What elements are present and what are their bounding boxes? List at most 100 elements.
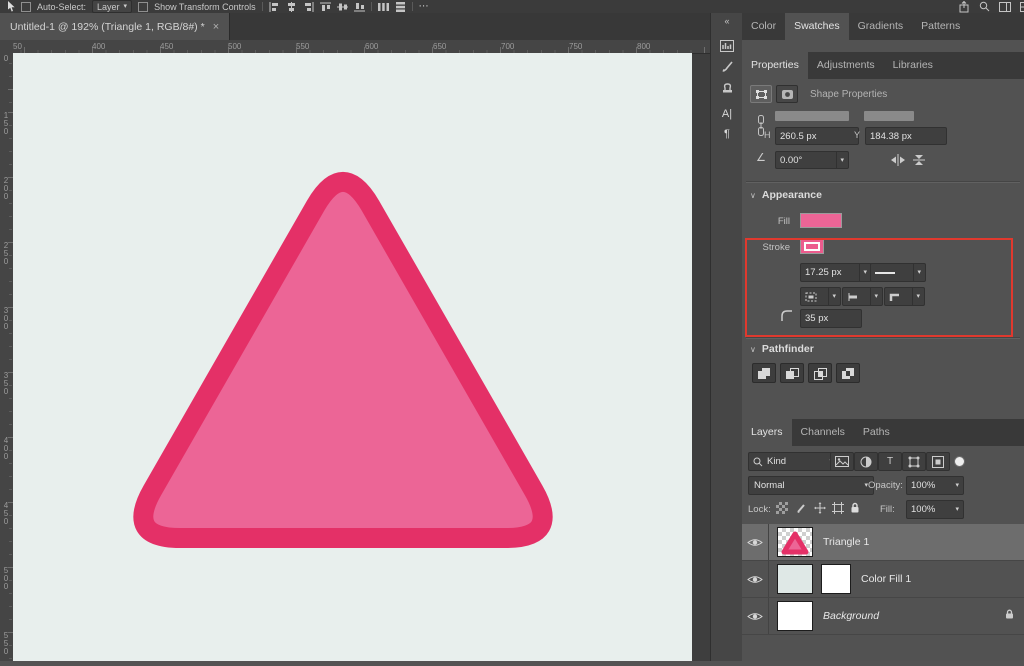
x-position-field[interactable] <box>864 111 914 121</box>
pathfinder-intersect-button[interactable] <box>808 363 832 383</box>
grid-icon[interactable] <box>1020 2 1024 12</box>
blend-mode-dropdown[interactable]: Normal ▾ <box>748 476 874 495</box>
tab-color[interactable]: Color <box>742 13 785 40</box>
tab-layers[interactable]: Layers <box>742 419 792 446</box>
filter-adjustment-layers-button[interactable] <box>854 452 878 471</box>
filter-smart-objects-button[interactable] <box>926 452 950 471</box>
align-center-horizontal-icon[interactable] <box>286 2 297 12</box>
ruler-label: 50 <box>13 42 22 51</box>
corner-radius-field[interactable]: 35 px <box>800 309 862 328</box>
horizontal-ruler[interactable]: 50400450500550600650700750800 <box>13 40 710 54</box>
triangle-shape[interactable] <box>143 182 542 538</box>
tab-adjustments[interactable]: Adjustments <box>808 52 884 79</box>
layer-mask-thumbnail[interactable] <box>821 564 851 594</box>
auto-select-target-dropdown[interactable]: Layer ▾ <box>92 0 132 13</box>
visibility-toggle[interactable] <box>742 561 769 597</box>
expand-panels-icon[interactable]: « <box>724 16 729 26</box>
filter-shape-layers-button[interactable] <box>902 452 926 471</box>
layer-row-colorfill[interactable]: Color Fill 1 <box>742 561 1024 598</box>
tab-swatches[interactable]: Swatches <box>785 13 849 40</box>
lock-paint-icon[interactable] <box>796 502 808 514</box>
flip-vertical-icon[interactable] <box>912 153 926 171</box>
tab-gradients[interactable]: Gradients <box>849 13 913 40</box>
visibility-toggle[interactable] <box>742 524 769 560</box>
auto-select-checkbox[interactable] <box>21 2 31 12</box>
appearance-section-header[interactable]: ∨ Appearance <box>750 189 822 201</box>
opacity-dropdown[interactable]: 100% ▾ <box>906 476 964 495</box>
divider <box>262 2 263 11</box>
lock-artboard-icon[interactable] <box>832 502 844 514</box>
chevron-down-icon: ∨ <box>750 345 756 354</box>
filter-type-layers-button[interactable]: T <box>878 452 902 471</box>
fill-color-swatch[interactable] <box>800 213 842 228</box>
tab-patterns[interactable]: Patterns <box>912 13 969 40</box>
close-tab-icon[interactable]: × <box>213 21 219 33</box>
pathfinder-section-header[interactable]: ∨ Pathfinder <box>750 343 814 355</box>
lock-position-icon[interactable] <box>814 502 826 514</box>
pathfinder-subtract-button[interactable] <box>780 363 804 383</box>
align-right-icon[interactable] <box>303 2 314 12</box>
layer-name[interactable]: Background <box>823 610 879 622</box>
layer-filter-kind-dropdown[interactable]: Kind ▾ <box>748 452 838 471</box>
lock-transparency-icon[interactable] <box>776 502 788 514</box>
layer-row-background[interactable]: Background <box>742 598 1024 635</box>
align-top-icon[interactable] <box>320 2 331 12</box>
vertical-ruler[interactable]: 01 5 02 0 02 5 03 0 03 5 04 0 04 5 05 0 … <box>0 53 14 661</box>
height-field[interactable]: 260.5 px <box>775 127 859 145</box>
photoshop-window: Auto-Select: Layer ▾ Show Transform Cont… <box>0 0 1024 661</box>
visibility-toggle[interactable] <box>742 598 769 634</box>
pathfinder-exclude-button[interactable] <box>836 363 860 383</box>
share-icon[interactable] <box>958 1 970 13</box>
canvas[interactable] <box>13 53 692 661</box>
more-options-icon[interactable]: ⋯ <box>419 1 429 12</box>
stroke-caps-dropdown[interactable]: ▾ <box>842 287 883 306</box>
stroke-align-dropdown[interactable]: ▾ <box>800 287 841 306</box>
character-panel-icon[interactable]: A| <box>722 108 732 120</box>
width-field[interactable] <box>775 111 849 121</box>
fill-opacity-dropdown[interactable]: 100% ▾ <box>906 500 964 519</box>
properties-panel-group-header: Properties Adjustments Libraries <box>742 52 1024 79</box>
histogram-panel-icon[interactable] <box>720 40 734 52</box>
tab-paths[interactable]: Paths <box>854 419 899 446</box>
pathfinder-unite-button[interactable] <box>752 363 776 383</box>
distribute-horizontal-icon[interactable] <box>378 2 389 12</box>
align-middle-icon[interactable] <box>337 2 348 12</box>
layer-thumbnail[interactable] <box>777 601 813 631</box>
layer-name[interactable]: Color Fill 1 <box>861 573 911 585</box>
ruler-origin-corner[interactable] <box>0 40 14 54</box>
rotation-field[interactable]: 0.00° ▾ <box>775 151 849 169</box>
layer-name[interactable]: Triangle 1 <box>823 536 869 548</box>
layer-filtering-toggle[interactable] <box>954 456 965 467</box>
tab-channels[interactable]: Channels <box>792 419 854 446</box>
ruler-label: 800 <box>637 42 650 51</box>
workspace-icon[interactable] <box>999 2 1011 12</box>
shape-properties-icon[interactable] <box>750 85 772 103</box>
layer-thumbnail[interactable] <box>777 564 813 594</box>
tab-properties[interactable]: Properties <box>742 52 808 79</box>
distribute-vertical-icon[interactable] <box>395 2 406 12</box>
document-tab[interactable]: Untitled-1 @ 192% (Triangle 1, RGB/8#) *… <box>0 13 230 40</box>
layer-row-triangle[interactable]: Triangle 1 <box>742 524 1024 561</box>
stroke-color-swatch[interactable] <box>800 239 824 254</box>
stroke-corners-dropdown[interactable]: ▾ <box>884 287 925 306</box>
search-icon[interactable] <box>979 1 990 12</box>
lock-all-icon[interactable] <box>850 502 860 514</box>
properties-section-title: Shape Properties <box>810 89 887 100</box>
y-position-field[interactable]: 184.38 px <box>865 127 947 145</box>
stroke-width-field[interactable]: 17.25 px ▾ <box>800 263 872 282</box>
paragraph-panel-icon[interactable]: ¶ <box>724 128 730 140</box>
flip-horizontal-icon[interactable] <box>890 153 906 171</box>
align-bottom-icon[interactable] <box>354 2 365 12</box>
ruler-label: 4 5 0 <box>0 502 12 526</box>
tab-libraries[interactable]: Libraries <box>884 52 942 79</box>
show-transform-controls-checkbox[interactable] <box>138 2 148 12</box>
stroke-type-dropdown[interactable]: ▾ <box>870 263 926 282</box>
filter-pixel-layers-button[interactable] <box>830 452 854 471</box>
align-left-icon[interactable] <box>269 2 280 12</box>
brush-settings-panel-icon[interactable] <box>721 60 734 73</box>
angle-icon: ∠ <box>756 151 766 164</box>
clone-source-panel-icon[interactable] <box>721 81 734 94</box>
layer-thumbnail[interactable] <box>777 527 813 557</box>
mask-properties-icon[interactable] <box>776 85 798 103</box>
y-label: Y <box>854 130 860 140</box>
